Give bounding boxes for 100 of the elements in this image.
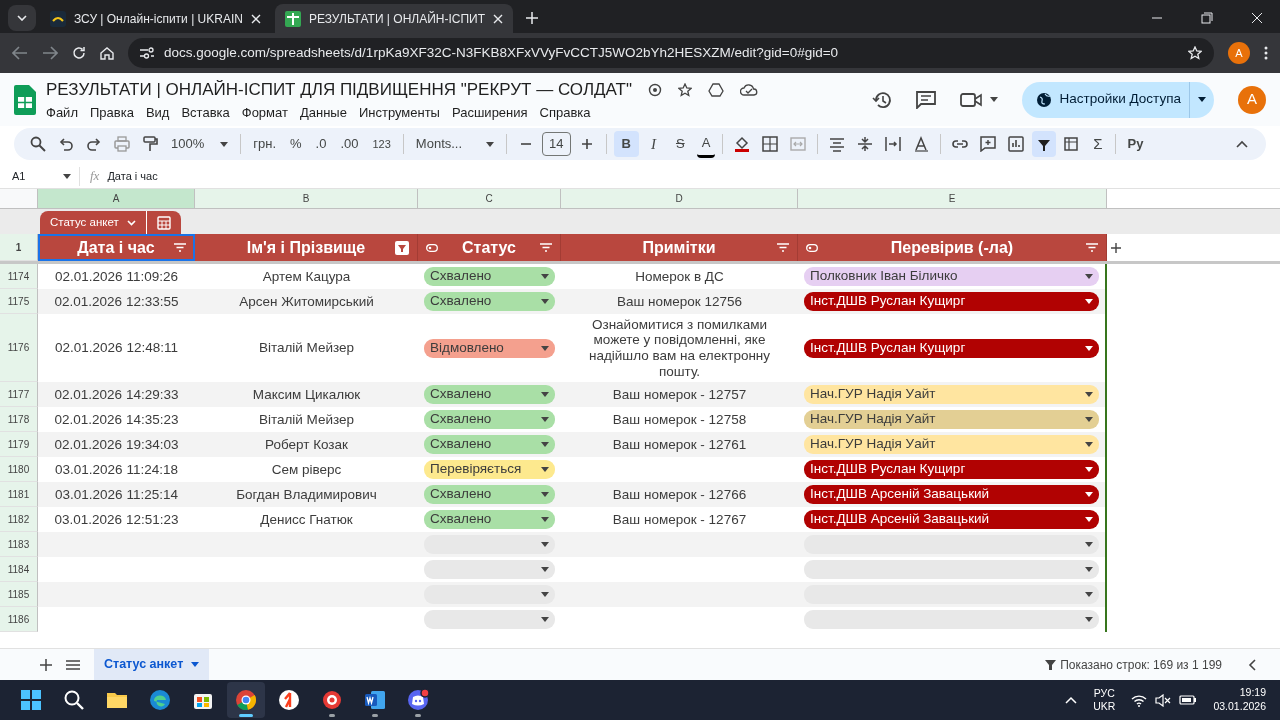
decrease-decimals-button[interactable]: .0 xyxy=(310,131,332,157)
column-header[interactable]: B xyxy=(195,189,418,209)
row-header[interactable]: 1186 xyxy=(0,607,38,632)
reviewer-dropdown[interactable]: Інст.ДШВ Руслан Кущирг xyxy=(804,338,1099,358)
status-dropdown[interactable]: Перевіряється xyxy=(424,460,555,479)
close-icon[interactable] xyxy=(1251,12,1263,24)
borders-icon[interactable] xyxy=(762,136,779,152)
reviewer-dropdown[interactable]: Інст.ДШВ Арсеній Завацький xyxy=(804,510,1099,529)
row-header[interactable]: 1184 xyxy=(0,557,38,582)
menu-item[interactable]: Вставка xyxy=(181,102,230,122)
formula-input[interactable]: Дата і час xyxy=(107,167,1280,185)
status-dropdown[interactable]: Схвалено xyxy=(424,385,555,404)
menu-item[interactable]: Справка xyxy=(539,102,591,122)
status-dropdown[interactable]: Схвалено xyxy=(424,435,555,454)
row-header[interactable]: 1174 xyxy=(0,264,38,289)
add-sheet-icon[interactable] xyxy=(40,658,52,671)
menu-item[interactable]: Вид xyxy=(145,102,170,122)
star-icon[interactable] xyxy=(678,82,692,97)
strikethrough-button[interactable]: S xyxy=(667,131,693,157)
filter-views-icon[interactable] xyxy=(1064,136,1081,152)
row-header[interactable]: 1176 xyxy=(0,314,38,382)
chevron-up-icon[interactable] xyxy=(1065,696,1078,704)
font-dropdown[interactable]: Monts... xyxy=(410,131,500,157)
column-header[interactable]: D xyxy=(561,189,798,209)
active-filter-icon[interactable] xyxy=(395,240,409,255)
kebab-menu-icon[interactable] xyxy=(1264,46,1268,60)
bookmark-star-icon[interactable] xyxy=(1188,46,1202,60)
fill-color-icon[interactable] xyxy=(734,136,751,152)
restore-icon[interactable] xyxy=(1201,12,1213,24)
row-header[interactable]: 1177 xyxy=(0,382,38,407)
reviewer-dropdown[interactable]: Полковник Іван Біличко xyxy=(804,267,1099,286)
chart-icon[interactable] xyxy=(1008,136,1025,152)
filter-icon[interactable] xyxy=(540,243,552,252)
meet-button[interactable] xyxy=(959,91,998,108)
reload-icon[interactable] xyxy=(72,46,86,60)
number-format-button[interactable]: 123 xyxy=(367,132,396,156)
column-header[interactable]: C xyxy=(418,189,561,209)
column-header[interactable]: E xyxy=(798,189,1107,209)
text-wrapping-icon[interactable] xyxy=(885,136,902,152)
zoom-dropdown[interactable]: 100% xyxy=(166,131,234,157)
home-icon[interactable] xyxy=(100,46,114,60)
close-icon[interactable] xyxy=(250,13,261,24)
paint-format-icon[interactable] xyxy=(142,136,158,152)
status-dropdown[interactable]: Схвалено xyxy=(424,510,555,529)
wifi-icon[interactable] xyxy=(1131,693,1148,707)
document-title[interactable]: РЕЗУЛЬТАТИ | ОНЛАЙН-ІСПИТ ДЛЯ ПІДВИЩЕННЯ "РЕКРУТ — СОЛДАТ" xyxy=(46,77,632,103)
vertical-align-icon[interactable] xyxy=(857,136,874,152)
text-rotation-icon[interactable] xyxy=(913,136,930,152)
history-icon[interactable] xyxy=(871,90,892,109)
menu-item[interactable]: Файл xyxy=(46,102,78,122)
status-dropdown[interactable]: Схвалено xyxy=(424,267,555,286)
row-header[interactable]: 1175 xyxy=(0,289,38,314)
address-bar[interactable]: docs.google.com/spreadsheets/d/1rpKa9XF32C-N3FKB8XFxVVyFvCCTJ5WO2bYh2HESXZM/edit?gid=0#gid=0 xyxy=(128,38,1214,68)
browser-tab[interactable]: ЗСУ | Онлайн-іспити | UKRAIN xyxy=(40,4,271,33)
filter-icon[interactable] xyxy=(777,243,789,252)
forward-icon[interactable] xyxy=(42,46,58,60)
back-icon[interactable] xyxy=(12,46,28,60)
percent-button[interactable]: % xyxy=(285,131,307,157)
input-tools-button[interactable]: Ру xyxy=(1122,131,1149,157)
row-header[interactable]: 1180 xyxy=(0,457,38,482)
name-box[interactable]: A1 xyxy=(0,166,80,186)
row-header[interactable]: 1181 xyxy=(0,482,38,507)
reviewer-dropdown[interactable]: Нач.ГУР Надія Уайт xyxy=(804,410,1099,429)
reviewer-dropdown[interactable]: Інст.ДШВ Руслан Кущирг xyxy=(804,292,1099,311)
row-header[interactable]: 1182 xyxy=(0,507,38,532)
reviewer-dropdown[interactable]: Інст.ДШВ Арсеній Завацький xyxy=(804,485,1099,504)
site-settings-icon[interactable] xyxy=(140,47,154,59)
menu-item[interactable]: Данные xyxy=(299,102,347,122)
status-dropdown[interactable]: Схвалено xyxy=(424,292,555,311)
browser-tab[interactable]: РЕЗУЛЬТАТИ | ОНЛАЙН-ІСПИТ xyxy=(274,4,514,33)
italic-button[interactable]: I xyxy=(642,129,664,159)
font-size-field[interactable]: 14 xyxy=(542,132,571,156)
menu-item[interactable]: Инструменты xyxy=(358,102,440,122)
menu-item[interactable]: Формат xyxy=(241,102,288,122)
insert-comment-icon[interactable] xyxy=(980,136,997,152)
share-button[interactable]: Настройки Доступа xyxy=(1021,81,1214,118)
cloud-saved-icon[interactable] xyxy=(740,83,758,96)
merge-cells-icon[interactable] xyxy=(790,136,807,152)
comment-icon[interactable] xyxy=(915,90,936,109)
tab-list-button[interactable] xyxy=(8,5,36,31)
battery-icon[interactable] xyxy=(1179,694,1198,706)
all-sheets-icon[interactable] xyxy=(66,659,80,670)
collapse-sidebar-icon[interactable] xyxy=(1248,658,1256,671)
speaker-muted-icon[interactable] xyxy=(1155,693,1172,707)
undo-icon[interactable] xyxy=(58,136,74,152)
status-dropdown[interactable]: Схвалено xyxy=(424,485,555,504)
clock[interactable]: 19:19 03.01.2026 xyxy=(1213,686,1266,714)
row-header[interactable]: 1178 xyxy=(0,407,38,432)
language-indicator[interactable]: РУС UKR xyxy=(1093,686,1116,714)
status-dropdown[interactable]: Схвалено xyxy=(424,410,555,429)
filter-icon[interactable] xyxy=(174,243,186,252)
sheets-logo-icon[interactable] xyxy=(14,84,36,115)
reviewer-dropdown[interactable]: Нач.ГУР Надія Уайт xyxy=(804,385,1099,404)
security-icon[interactable] xyxy=(648,82,662,97)
text-color-button[interactable]: A xyxy=(696,129,716,159)
functions-button[interactable]: Σ xyxy=(1088,129,1108,159)
filter-button[interactable] xyxy=(1032,131,1057,157)
menu-item[interactable]: Правка xyxy=(89,102,134,122)
taskbar-app[interactable] xyxy=(227,682,265,718)
sheet-tab[interactable]: Статус анкет xyxy=(94,648,210,681)
